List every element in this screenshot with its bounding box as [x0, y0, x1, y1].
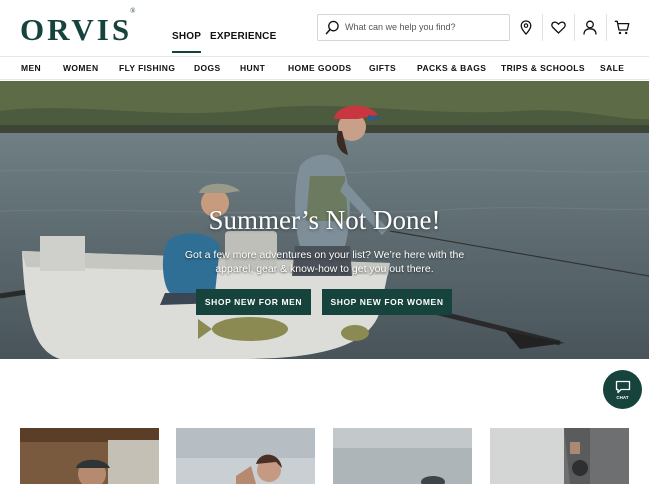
tab-experience[interactable]: EXPERIENCE	[210, 31, 276, 42]
nav-item-trips-schools[interactable]: TRIPS & SCHOOLS	[501, 63, 585, 73]
nav-item-gifts[interactable]: GIFTS	[369, 63, 396, 73]
category-nav: MEN WOMEN FLY FISHING DOGS HUNT HOME GOO…	[0, 56, 649, 80]
account-button[interactable]	[576, 14, 604, 41]
tile-image	[333, 428, 472, 484]
hero-title: Summer’s Not Done!	[208, 205, 441, 235]
category-tile-1[interactable]	[20, 428, 159, 484]
site-header: ORVIS® SHOP EXPERIENCE What can we help …	[0, 0, 649, 56]
tile-image	[20, 428, 159, 484]
location-pin-icon	[520, 20, 532, 35]
store-locator-button[interactable]	[512, 14, 540, 41]
heart-icon	[550, 21, 566, 34]
search-input[interactable]: What can we help you find?	[345, 22, 456, 32]
hero-subtitle: Got a few more adventures on your list? …	[184, 249, 465, 275]
cart-button[interactable]	[608, 14, 636, 41]
orvis-logo[interactable]: ORVIS®	[20, 7, 140, 48]
user-icon	[583, 20, 597, 35]
search-icon[interactable]	[325, 20, 340, 35]
category-tile-2[interactable]	[176, 428, 315, 484]
nav-item-women[interactable]: WOMEN	[63, 63, 99, 73]
header-divider	[542, 14, 543, 41]
chat-bubble-icon	[615, 380, 630, 393]
header-divider	[574, 14, 575, 41]
nav-item-men[interactable]: MEN	[21, 63, 41, 73]
category-tile-3[interactable]	[333, 428, 472, 484]
wishlist-button[interactable]	[544, 14, 572, 41]
search-box[interactable]: What can we help you find?	[317, 14, 510, 41]
nav-item-packs-bags[interactable]: PACKS & BAGS	[417, 63, 486, 73]
hero-banner: Summer’s Not Done! Got a few more advent…	[0, 81, 649, 359]
logo-text: ORVIS	[20, 12, 133, 47]
tile-image	[490, 428, 629, 484]
shop-new-for-men-button[interactable]: SHOP NEW FOR MEN	[196, 289, 311, 315]
registered-mark: ®	[130, 6, 139, 15]
nav-item-fly-fishing[interactable]: FLY FISHING	[119, 63, 175, 73]
nav-item-sale[interactable]: SALE	[600, 63, 624, 73]
nav-item-hunt[interactable]: HUNT	[240, 63, 265, 73]
tab-shop[interactable]: SHOP	[172, 31, 202, 53]
category-tile-4[interactable]	[490, 428, 629, 484]
tile-image	[176, 428, 315, 484]
nav-item-dogs[interactable]: DOGS	[194, 63, 221, 73]
nav-item-home-goods[interactable]: HOME GOODS	[288, 63, 352, 73]
header-divider	[606, 14, 607, 41]
chat-button[interactable]: CHAT	[603, 370, 642, 409]
cart-icon	[614, 20, 630, 35]
shop-new-for-women-button[interactable]: SHOP NEW FOR WOMEN	[322, 289, 452, 315]
chat-label: CHAT	[616, 394, 629, 400]
